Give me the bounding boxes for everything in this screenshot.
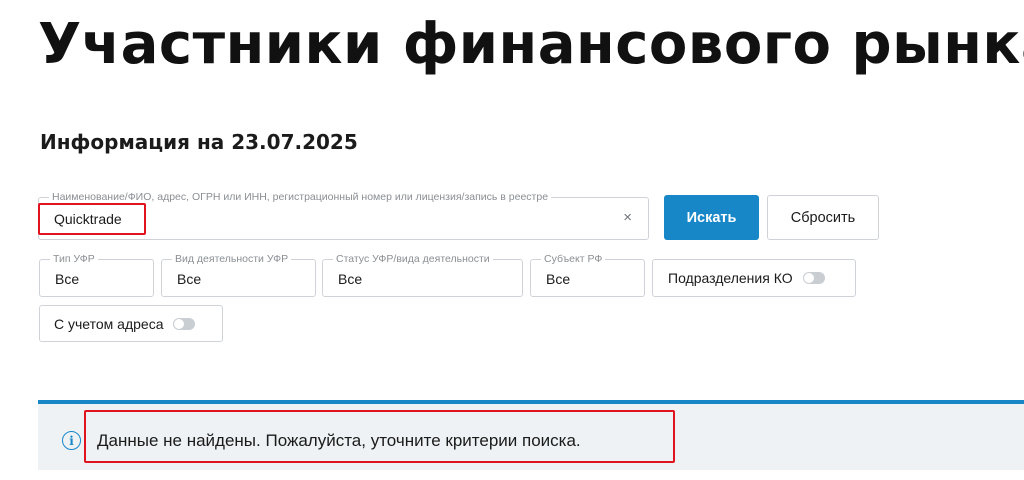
filter-ufr-type-value[interactable]: Все: [55, 271, 79, 287]
filter-region-label: Субъект РФ: [541, 253, 606, 265]
notice-text: Данные не найдены. Пожалуйста, уточните …: [97, 431, 581, 450]
filter-status-value[interactable]: Все: [338, 271, 362, 287]
filter-activity-type[interactable]: Вид деятельности УФР Все: [161, 253, 316, 297]
switch-knob: [174, 318, 185, 329]
clear-icon[interactable]: ×: [623, 209, 632, 226]
search-field-label: Наименование/ФИО, адрес, ОГРН или ИНН, р…: [49, 191, 552, 203]
ko-divisions-toggle[interactable]: Подразделения КО: [652, 259, 856, 297]
search-input[interactable]: Quicktrade: [54, 211, 122, 227]
ko-divisions-switch[interactable]: [802, 272, 825, 284]
address-toggle-label: С учетом адреса: [54, 315, 164, 332]
ko-divisions-label: Подразделения КО: [668, 270, 793, 286]
info-date: Информация на 23.07.2025: [40, 130, 358, 154]
switch-knob: [803, 273, 814, 283]
filter-region-value[interactable]: Все: [546, 271, 570, 287]
search-field[interactable]: Наименование/ФИО, адрес, ОГРН или ИНН, р…: [38, 191, 649, 240]
address-toggle[interactable]: С учетом адреса: [39, 305, 223, 342]
filter-status-label: Статус УФР/вида деятельности: [333, 253, 493, 265]
filter-activity-type-value[interactable]: Все: [177, 271, 201, 287]
search-button[interactable]: Искать: [664, 195, 759, 240]
reset-button[interactable]: Сбросить: [767, 195, 879, 240]
address-switch[interactable]: [173, 317, 196, 330]
filter-status[interactable]: Статус УФР/вида деятельности Все: [322, 253, 523, 297]
info-icon: i: [62, 431, 81, 450]
filter-ufr-type[interactable]: Тип УФР Все: [39, 253, 154, 297]
filter-ufr-type-label: Тип УФР: [50, 253, 98, 265]
filter-region[interactable]: Субъект РФ Все: [530, 253, 645, 297]
no-results-notice: i Данные не найдены. Пожалуйста, уточнит…: [38, 400, 1024, 470]
page-title: Участники финансового рынка: [38, 12, 1024, 77]
filter-activity-type-label: Вид деятельности УФР: [172, 253, 292, 265]
